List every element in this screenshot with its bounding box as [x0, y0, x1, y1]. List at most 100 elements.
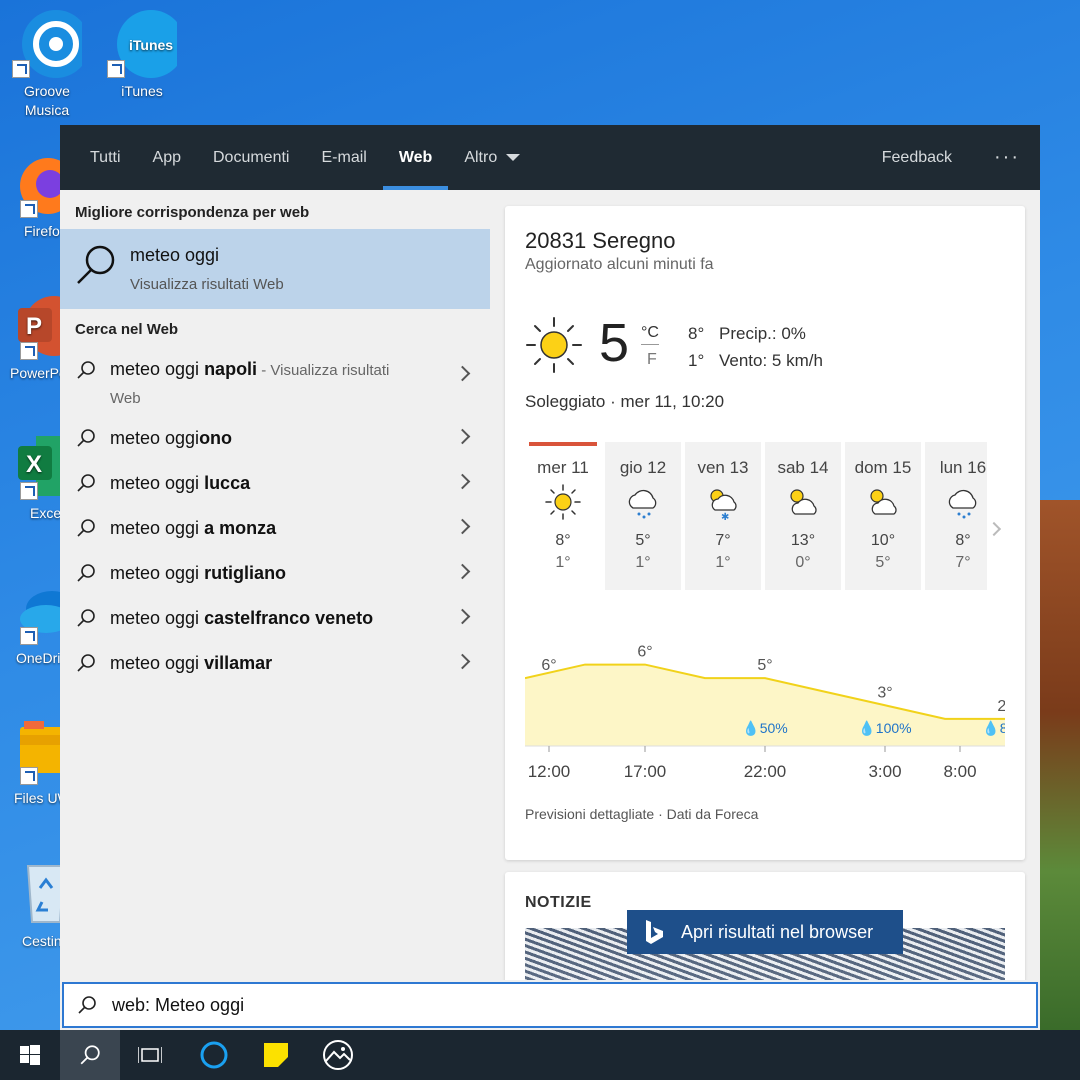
tab-label: Tutti	[90, 148, 121, 166]
desktop-icon-itunes[interactable]: iTunes iTunes	[97, 8, 187, 101]
temperature-high: 8°	[688, 324, 705, 343]
hourly-temperature-chart: 6° 6° 5° 3° 2° 💧50% 💧100% 💧80% 12:00 17:00 22:00 3:…	[525, 644, 1005, 781]
tab-email[interactable]: E-mail	[305, 125, 382, 190]
weather-card[interactable]: 20831 Seregno Aggiornato alcuni minuti f…	[505, 206, 1025, 860]
day-low: 1°	[555, 554, 571, 571]
search-icon	[77, 564, 95, 582]
task-view-button[interactable]	[120, 1030, 180, 1080]
day-name: dom 15	[854, 458, 912, 477]
x-tick-label: 17:00	[624, 762, 667, 781]
desktop-icon-groove[interactable]: Groove Musica	[2, 8, 92, 120]
search-input[interactable]	[112, 994, 712, 1016]
day-high: 13°	[790, 532, 816, 549]
day-high: 10°	[870, 532, 896, 549]
search-icon	[80, 1045, 100, 1065]
cortana-button[interactable]	[184, 1030, 244, 1080]
chevron-right-icon[interactable]	[454, 365, 471, 382]
svg-text:P: P	[26, 313, 42, 340]
forecast-day[interactable]: mer 11 8° 1°	[525, 442, 601, 590]
forecast-day[interactable]: sab 14 13° 0°	[765, 442, 841, 590]
results-list: Migliore corrispondenza per web meteo og…	[60, 190, 490, 980]
tab-all[interactable]: Tutti	[74, 125, 137, 190]
temperature-label: 6°	[637, 644, 652, 661]
x-tick-label: 22:00	[744, 762, 787, 781]
chevron-right-icon[interactable]	[454, 518, 471, 535]
best-match-subtitle: Visualizza risultati Web	[130, 276, 284, 293]
photos-button[interactable]	[308, 1030, 368, 1080]
chevron-right-icon[interactable]	[454, 563, 471, 580]
forecast-day[interactable]: ven 13 ✱ 7° 1°	[685, 442, 761, 590]
suggestion-item[interactable]: meteo oggi rutigliano	[60, 551, 490, 596]
unit-celsius-toggle[interactable]: °C	[641, 324, 659, 345]
day-high: 7°	[715, 532, 731, 549]
powerpoint-icon: P	[0, 290, 84, 360]
x-tick-label: 3:00	[868, 762, 901, 781]
forecast-day[interactable]: lun 16 8° 7°	[925, 442, 987, 590]
preview-pane: 20831 Seregno Aggiornato alcuni minuti f…	[490, 190, 1040, 980]
onedrive-icon	[0, 575, 78, 645]
partly-cloudy-icon	[870, 489, 897, 515]
chevron-right-icon[interactable]	[454, 428, 471, 445]
day-low: 7°	[955, 554, 971, 571]
suggestion-bold: ono	[199, 428, 233, 448]
suggestion-prefix: meteo oggi	[110, 653, 205, 673]
wind: Vento: 5 km/h	[719, 351, 823, 370]
web-search-heading: Cerca nel Web	[75, 321, 179, 338]
tab-more[interactable]: Altro	[448, 125, 536, 190]
suggestion-prefix: meteo oggi	[110, 563, 205, 583]
tab-web[interactable]: Web	[382, 125, 449, 190]
chevron-right-icon[interactable]	[454, 653, 471, 670]
shortcut-arrow-icon	[107, 60, 125, 78]
suggestion-bold: castelfranco veneto	[204, 608, 374, 628]
precip-label: 💧80%	[982, 720, 1005, 737]
suggestion-item[interactable]: meteo oggi lucca	[60, 461, 490, 506]
suggestion-item[interactable]: meteo oggi castelfranco veneto	[60, 596, 490, 641]
forecast-day[interactable]: dom 15 10° 5°	[845, 442, 921, 590]
temperature-label: 6°	[541, 657, 556, 674]
taskbar	[0, 1030, 1080, 1080]
open-in-browser-button[interactable]: Apri risultati nel browser	[627, 910, 903, 954]
svg-text:✱: ✱	[721, 512, 729, 522]
precip-label: 💧50%	[742, 720, 787, 737]
sticky-notes-button[interactable]	[246, 1030, 306, 1080]
suggestion-hint: - Visualizza risultati	[257, 362, 390, 379]
search-icon	[77, 609, 95, 627]
forecast-source[interactable]: Previsioni dettagliate · Dati da Foreca	[525, 806, 758, 822]
day-low: 1°	[715, 554, 731, 571]
suggestion-bold: lucca	[204, 473, 251, 493]
suggestion-item[interactable]: meteo oggi a monza	[60, 506, 490, 551]
search-box[interactable]	[62, 982, 1038, 1028]
suggestion-prefix: meteo oggi	[110, 608, 205, 628]
search-icon	[77, 361, 95, 379]
sun-icon	[526, 317, 582, 373]
cloud-rain-icon	[948, 489, 977, 519]
groove-music-icon	[12, 8, 90, 78]
sun-icon	[545, 484, 581, 520]
tab-documents[interactable]: Documenti	[197, 125, 305, 190]
day-high: 5°	[635, 532, 651, 549]
more-options-icon[interactable]: ···	[994, 146, 1020, 169]
chevron-right-icon[interactable]	[454, 473, 471, 490]
day-low: 0°	[795, 554, 811, 571]
day-name: lun 16	[939, 458, 987, 477]
suggestion-item[interactable]: meteo oggi ono	[60, 416, 490, 461]
best-match-result[interactable]: meteo oggi Visualizza risultati Web	[60, 229, 490, 309]
day-high: 8°	[955, 532, 971, 549]
forecast-day[interactable]: gio 12 5° 1°	[605, 442, 681, 590]
unit-fahrenheit-toggle[interactable]: F	[647, 351, 657, 369]
suggestion-item[interactable]: meteo oggi villamar	[60, 641, 490, 686]
taskbar-search-button[interactable]	[60, 1030, 120, 1080]
suggestion-item[interactable]: meteo oggi napoli - Visualizza risultati…	[60, 346, 490, 416]
suggestion-prefix: meteo oggi	[110, 473, 205, 493]
tab-label: Altro	[464, 148, 498, 166]
search-icon	[77, 429, 95, 447]
suggestion-bold: napoli	[204, 359, 258, 379]
chevron-right-icon[interactable]	[986, 521, 1002, 537]
search-icon	[78, 996, 96, 1014]
start-button[interactable]	[0, 1030, 60, 1080]
chevron-right-icon[interactable]	[454, 608, 471, 625]
feedback-button[interactable]: Feedback	[882, 149, 952, 167]
tab-apps[interactable]: App	[137, 125, 197, 190]
itunes-badge-text: iTunes	[129, 37, 174, 53]
temperature-label: 2°	[997, 698, 1005, 715]
